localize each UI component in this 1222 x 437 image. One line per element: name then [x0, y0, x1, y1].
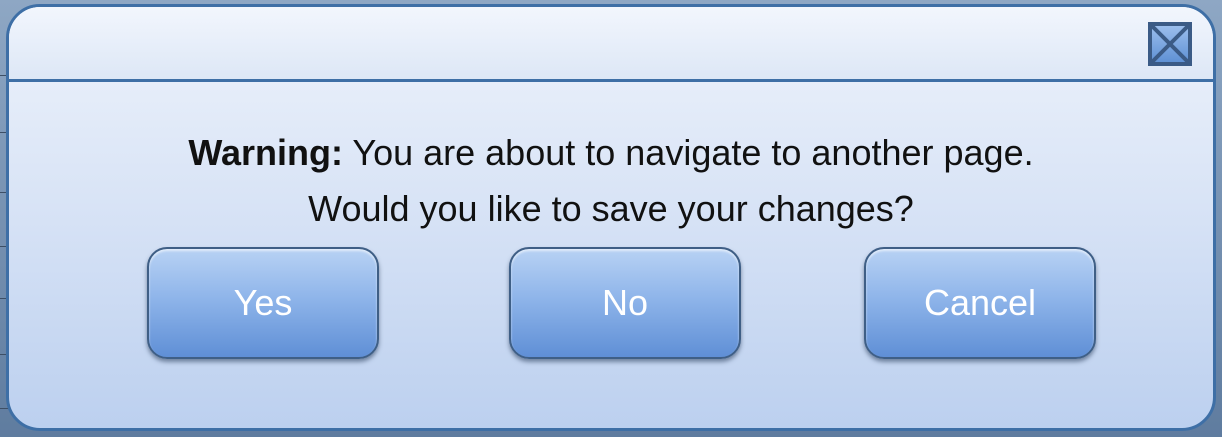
close-button[interactable]: [1147, 21, 1193, 67]
yes-button[interactable]: Yes: [147, 247, 379, 359]
message-line-2: Would you like to save your changes?: [308, 188, 914, 229]
close-x-icon: [1148, 22, 1192, 66]
warning-dialog: Warning: You are about to navigate to an…: [6, 4, 1216, 431]
dialog-titlebar: [9, 7, 1213, 82]
warning-label: Warning:: [188, 132, 344, 173]
no-button[interactable]: No: [509, 247, 741, 359]
dialog-button-row: Yes No Cancel: [9, 247, 1213, 363]
dialog-message: Warning: You are about to navigate to an…: [9, 125, 1213, 237]
message-text-1: You are about to navigate to another pag…: [352, 132, 1034, 173]
message-line-1: Warning: You are about to navigate to an…: [9, 125, 1213, 181]
cancel-button[interactable]: Cancel: [864, 247, 1096, 359]
